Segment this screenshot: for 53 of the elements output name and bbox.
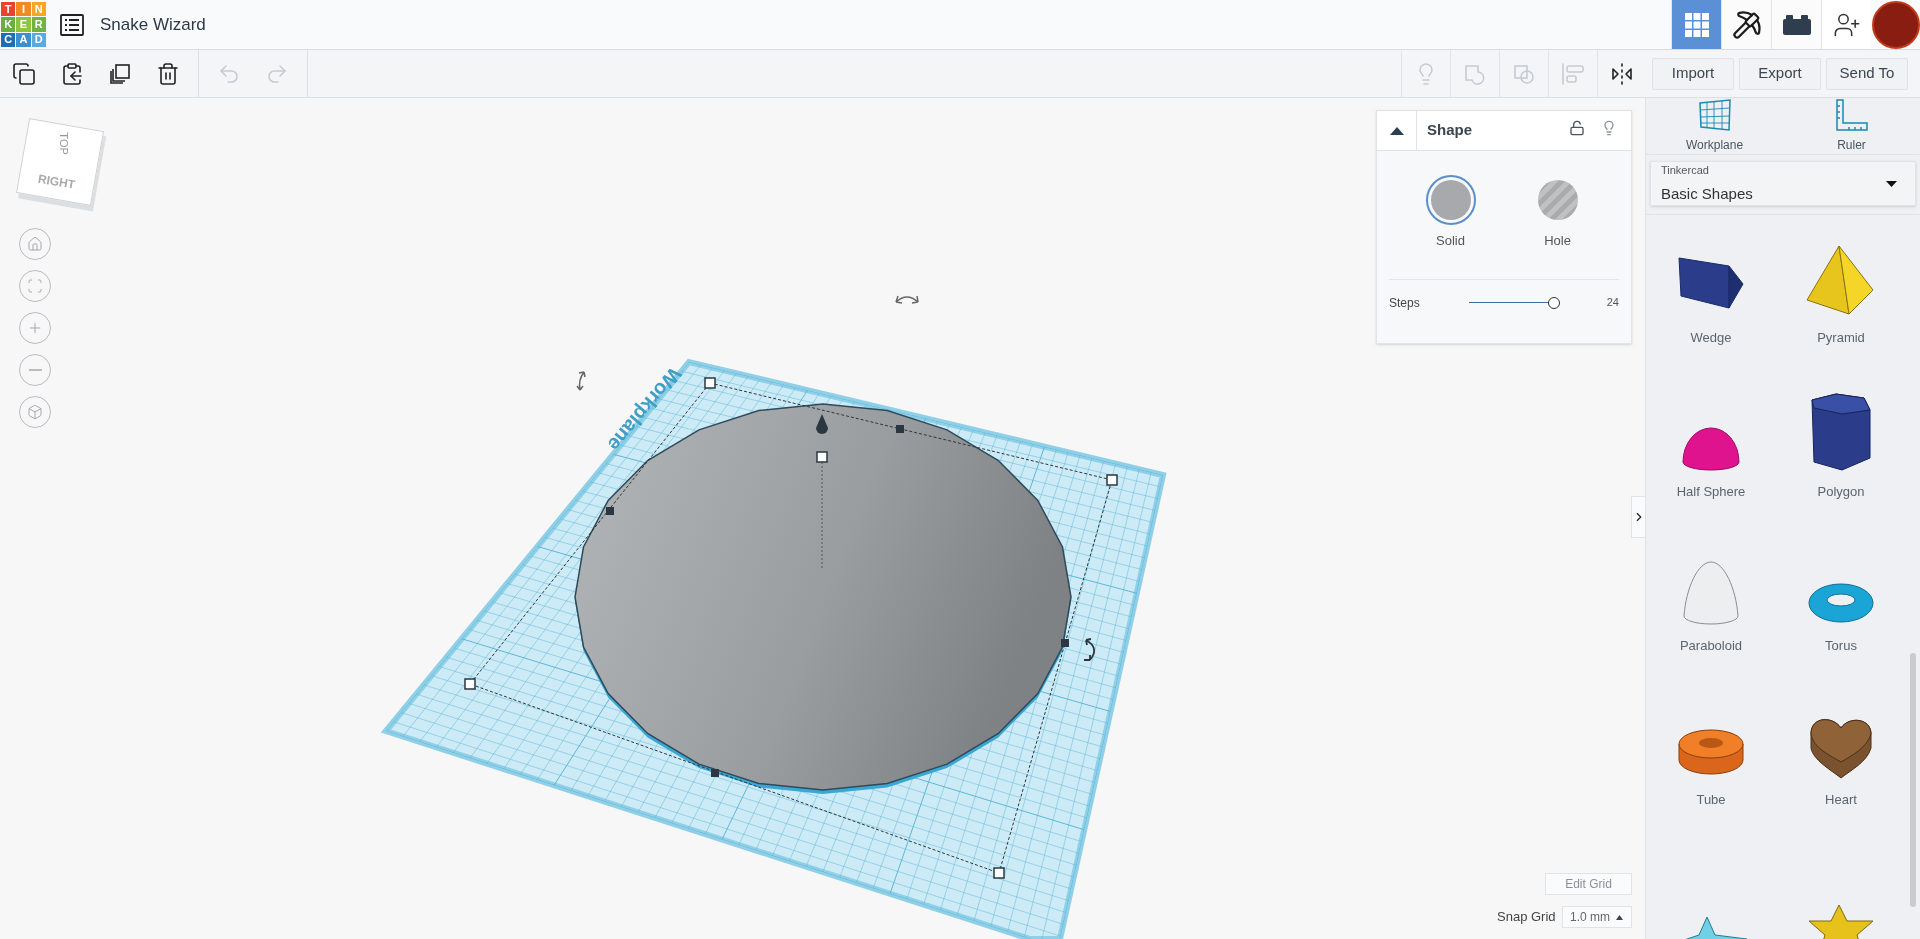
grid-plane-icon: [1696, 98, 1733, 132]
cube-top-label: TOP: [56, 132, 71, 155]
snap-grid-dropdown[interactable]: 1.0 mm: [1561, 906, 1632, 928]
collapse-sidebar-button[interactable]: [1631, 496, 1645, 538]
panel-title: Shape: [1427, 120, 1472, 141]
shape-library-item[interactable]: Tube: [1646, 681, 1776, 823]
copy-icon: [12, 61, 36, 86]
clipboard-icon: [60, 61, 84, 86]
fit-view-icon: [27, 278, 43, 294]
shape-library-item[interactable]: Wedge: [1646, 219, 1776, 361]
snap-grid-label: Snap Grid: [1497, 908, 1556, 927]
lock-icon: [1569, 119, 1585, 136]
rotate-arrow-icon[interactable]: [895, 295, 919, 304]
rotate-arrow-icon[interactable]: [576, 371, 586, 391]
steps-slider[interactable]: [1469, 296, 1557, 309]
shape-library-item[interactable]: Paraboloid: [1646, 527, 1776, 669]
zoom-in-icon: [27, 320, 43, 336]
toolbar-action-button[interactable]: Send To: [1826, 57, 1908, 90]
toolbar-action-button[interactable]: Import: [1652, 57, 1734, 90]
shape-library-item[interactable]: Torus: [1776, 527, 1906, 669]
steps-value: 24: [1606, 295, 1619, 311]
cube-right-label: RIGHT: [36, 170, 77, 194]
brick-icon: [1781, 12, 1812, 37]
invite-user-button[interactable]: [1821, 0, 1871, 49]
steps-label: Steps: [1389, 294, 1421, 312]
home-icon: [27, 236, 43, 252]
avatar[interactable]: [1872, 1, 1920, 49]
caret-down-icon: [1886, 180, 1897, 187]
rotate-arrow-icon[interactable]: [1083, 638, 1096, 661]
align-icon: [1561, 61, 1585, 86]
cube-icon: [27, 404, 43, 420]
shape-library-item[interactable]: Pyramid: [1776, 219, 1906, 361]
trash-icon: [156, 61, 180, 86]
duplicate-icon: [108, 61, 132, 86]
caret-up-icon: [1616, 914, 1624, 920]
toolbar-action-button[interactable]: Export: [1739, 57, 1821, 90]
shape-library-item[interactable]: Half Sphere: [1646, 373, 1776, 515]
workplane-tool-button[interactable]: Workplane: [1646, 98, 1783, 154]
caret-up-icon: [1389, 126, 1404, 135]
lightbulb-icon: [1601, 119, 1617, 136]
library-dropdown[interactable]: Tinkercad Basic Shapes: [1650, 161, 1916, 206]
shape-library-item[interactable]: Polygon: [1776, 373, 1906, 515]
shape-library-item[interactable]: Heart: [1776, 681, 1906, 823]
hole-mode-button[interactable]: Hole: [1532, 175, 1583, 251]
edit-grid-button[interactable]: Edit Grid: [1545, 873, 1632, 895]
grid-icon: [1682, 10, 1711, 39]
logo[interactable]: T I N K E R C A D: [1, 2, 46, 47]
ruler-icon: [1833, 98, 1870, 132]
project-title[interactable]: Snake Wizard: [100, 11, 206, 38]
pickaxe-icon: [1731, 9, 1762, 40]
mirror-icon: [1610, 61, 1634, 86]
ruler-tool-button[interactable]: Ruler: [1783, 98, 1920, 154]
menu-icon[interactable]: [60, 13, 84, 36]
